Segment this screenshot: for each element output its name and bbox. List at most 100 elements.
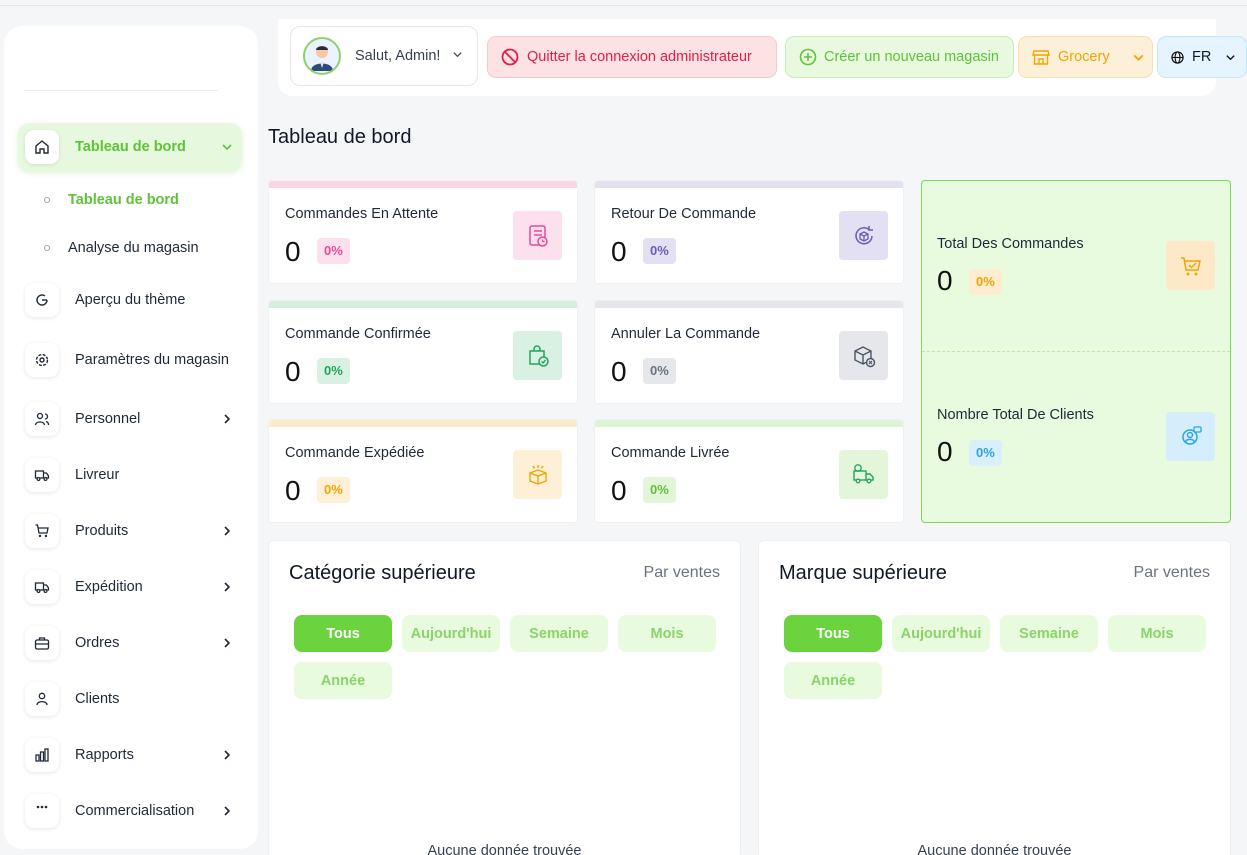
stat-label: Commande Livrée bbox=[611, 445, 730, 461]
chevron-down-icon bbox=[1225, 52, 1236, 63]
sidebar-subitem-dashboard[interactable]: Tableau de bord bbox=[44, 188, 179, 212]
home-icon bbox=[25, 130, 59, 164]
total-clients-label: Nombre Total De Clients bbox=[937, 407, 1094, 423]
sidebar-item-store-settings[interactable]: Paramètres du magasin bbox=[18, 336, 242, 384]
page-title: Tableau de bord bbox=[268, 126, 412, 148]
sidebar-item-theme[interactable]: Aperçu du thème bbox=[18, 276, 242, 324]
sidebar-subitem-label: Tableau de bord bbox=[68, 192, 179, 208]
stat-value: 0 bbox=[611, 356, 627, 387]
bullet-icon bbox=[44, 197, 50, 203]
theme-icon bbox=[25, 283, 59, 317]
truck-icon bbox=[25, 458, 59, 492]
top-category-panel: Catégorie supérieure Par ventes Tous Auj… bbox=[268, 540, 741, 855]
total-clients-percent-badge: 0% bbox=[969, 440, 1002, 466]
greeting-text: Salut, Admin! bbox=[355, 48, 441, 64]
bullet-icon bbox=[44, 245, 50, 251]
filter-all[interactable]: Tous bbox=[294, 615, 392, 652]
filter-today[interactable]: Aujourd'hui bbox=[402, 615, 500, 652]
chevron-right-icon bbox=[212, 805, 242, 817]
sidebar-item-orders[interactable]: Ordres bbox=[18, 619, 242, 667]
stat-label: Retour De Commande bbox=[611, 206, 757, 222]
total-clients-value: 0 bbox=[937, 436, 953, 467]
avatar bbox=[303, 37, 341, 75]
filter-week[interactable]: Semaine bbox=[1000, 615, 1098, 652]
panel-subtitle: Par ventes bbox=[643, 564, 720, 581]
stat-label: Commande Confirmée bbox=[285, 326, 431, 342]
stat-label: Commande Expédiée bbox=[285, 445, 425, 461]
cancel-box-icon bbox=[839, 331, 888, 380]
chevron-down-icon bbox=[212, 141, 242, 153]
filter-month[interactable]: Mois bbox=[618, 615, 716, 652]
card-divider bbox=[922, 351, 1230, 352]
stat-value: 0 bbox=[285, 356, 301, 387]
chart-icon bbox=[25, 738, 59, 772]
filter-all[interactable]: Tous bbox=[784, 615, 882, 652]
sidebar-item-label: Rapports bbox=[75, 746, 134, 763]
card-accent-bar bbox=[595, 301, 903, 308]
totals-card[interactable]: Total Des Commandes 0 0% Nombre Total De… bbox=[921, 180, 1231, 523]
total-orders-value: 0 bbox=[937, 265, 953, 296]
globe-icon bbox=[1171, 50, 1184, 64]
stat-card-cancelled[interactable]: Annuler La Commande 0 0% bbox=[594, 300, 904, 404]
stat-percent-badge: 0% bbox=[643, 477, 676, 503]
stat-card-delivered[interactable]: Commande Livrée 0 0% bbox=[594, 419, 904, 523]
stat-percent-badge: 0% bbox=[643, 238, 676, 264]
sidebar-item-label: Produits bbox=[75, 522, 129, 539]
user-menu-button[interactable]: Salut, Admin! bbox=[290, 26, 478, 86]
chevron-right-icon bbox=[212, 749, 242, 761]
sidebar-item-label: Commercialisation bbox=[75, 802, 195, 819]
sidebar-item-label: Aperçu du thème bbox=[75, 291, 186, 308]
panel-subtitle: Par ventes bbox=[1133, 564, 1210, 581]
sidebar-item-label: Livreur bbox=[75, 466, 120, 483]
empty-state-text: Aucune donnée trouvée bbox=[917, 843, 1072, 855]
settings-icon bbox=[25, 343, 59, 377]
sidebar-item-clients[interactable]: Clients bbox=[18, 675, 242, 723]
chevron-right-icon bbox=[212, 637, 242, 649]
store-select[interactable]: Grocery bbox=[1018, 36, 1153, 78]
filter-year[interactable]: Année bbox=[294, 662, 392, 699]
total-orders-percent-badge: 0% bbox=[969, 269, 1002, 295]
language-select[interactable]: FR bbox=[1157, 36, 1247, 78]
sidebar-item-products[interactable]: Produits bbox=[18, 507, 242, 555]
create-store-button[interactable]: Créer un nouveau magasin bbox=[785, 36, 1014, 78]
stat-card-return[interactable]: Retour De Commande 0 0% bbox=[594, 180, 904, 284]
sidebar-item-reports[interactable]: Rapports bbox=[18, 731, 242, 779]
shipped-box-icon bbox=[513, 450, 562, 499]
empty-state-text: Aucune donnée trouvée bbox=[427, 843, 582, 855]
filter-year[interactable]: Année bbox=[784, 662, 882, 699]
card-accent-bar bbox=[595, 181, 903, 188]
filter-month[interactable]: Mois bbox=[1108, 615, 1206, 652]
sidebar-item-delivery[interactable]: Livreur bbox=[18, 451, 242, 499]
chevron-right-icon bbox=[212, 525, 242, 537]
card-accent-bar bbox=[269, 420, 577, 427]
stat-percent-badge: 0% bbox=[317, 238, 350, 264]
stat-percent-badge: 0% bbox=[317, 358, 350, 384]
sidebar-subitem-store-analysis[interactable]: Analyse du magasin bbox=[44, 236, 199, 260]
chevron-right-icon bbox=[212, 581, 242, 593]
stat-percent-badge: 0% bbox=[643, 358, 676, 384]
user-icon bbox=[25, 682, 59, 716]
sidebar-item-shipping[interactable]: Expédition bbox=[18, 563, 242, 611]
sidebar-subitem-label: Analyse du magasin bbox=[68, 240, 199, 256]
quit-admin-button[interactable]: Quitter la connexion administrateur bbox=[487, 36, 777, 78]
confirmed-bag-icon bbox=[513, 331, 562, 380]
stat-label: Commandes En Attente bbox=[285, 206, 439, 222]
stat-value: 0 bbox=[285, 236, 301, 267]
chevron-right-icon bbox=[212, 413, 242, 425]
stat-percent-badge: 0% bbox=[317, 477, 350, 503]
filter-week[interactable]: Semaine bbox=[510, 615, 608, 652]
pending-order-icon bbox=[513, 211, 562, 260]
filter-today[interactable]: Aujourd'hui bbox=[892, 615, 990, 652]
stat-card-pending[interactable]: Commandes En Attente 0 0% bbox=[268, 180, 578, 284]
store-select-label: Grocery bbox=[1058, 49, 1110, 65]
sidebar-item-staff[interactable]: Personnel bbox=[18, 395, 242, 443]
sidebar-item-dashboard[interactable]: Tableau de bord bbox=[18, 123, 242, 171]
create-store-label: Créer un nouveau magasin bbox=[824, 49, 999, 65]
sidebar-item-marketing[interactable]: Commercialisation bbox=[18, 787, 242, 835]
card-accent-bar bbox=[595, 420, 903, 427]
grid-icon bbox=[25, 794, 59, 828]
stat-card-confirmed[interactable]: Commande Confirmée 0 0% bbox=[268, 300, 578, 404]
sidebar-item-label: Expédition bbox=[75, 578, 143, 595]
card-accent-bar bbox=[269, 301, 577, 308]
stat-card-shipped[interactable]: Commande Expédiée 0 0% bbox=[268, 419, 578, 523]
